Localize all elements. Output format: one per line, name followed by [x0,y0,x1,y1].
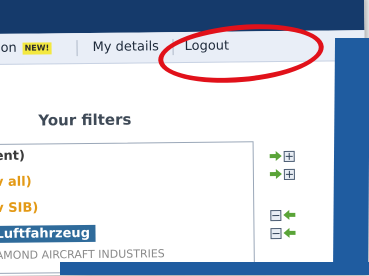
list-item[interactable]: v all) [0,175,32,190]
arrow-right-icon [269,151,281,161]
plus-box-icon [283,150,295,162]
arrow-left-icon [283,228,295,238]
arrow-left-icon [283,210,295,220]
add-all-filters-button[interactable] [266,167,298,181]
filters-listbox[interactable]: ent) v all) v SIB) Luftfahrzeug AMOND AI… [0,141,255,274]
frame-bottom-edge [60,262,369,275]
minus-box-icon [269,209,281,221]
add-filter-button[interactable] [266,149,298,163]
new-badge: NEW! [22,42,52,55]
your-filters-heading: Your filters [38,110,132,130]
list-item-selected[interactable]: Luftfahrzeug [0,224,97,243]
remove-filter-button[interactable] [266,208,298,222]
nav-separator [76,40,78,57]
arrow-right-icon [269,169,281,179]
list-item[interactable]: ent) [0,149,25,164]
nav-item-partial[interactable]: on [0,41,16,56]
list-item[interactable]: AMOND AIRCRAFT INDUSTRIES [0,247,165,262]
remove-all-filters-button[interactable] [266,226,298,240]
frame-right-edge [332,38,369,275]
top-header-bar [0,0,365,34]
my-details-link[interactable]: My details [92,39,159,55]
minus-box-icon [269,227,282,239]
plus-box-icon [283,168,295,180]
list-item[interactable]: v SIB) [0,201,38,216]
